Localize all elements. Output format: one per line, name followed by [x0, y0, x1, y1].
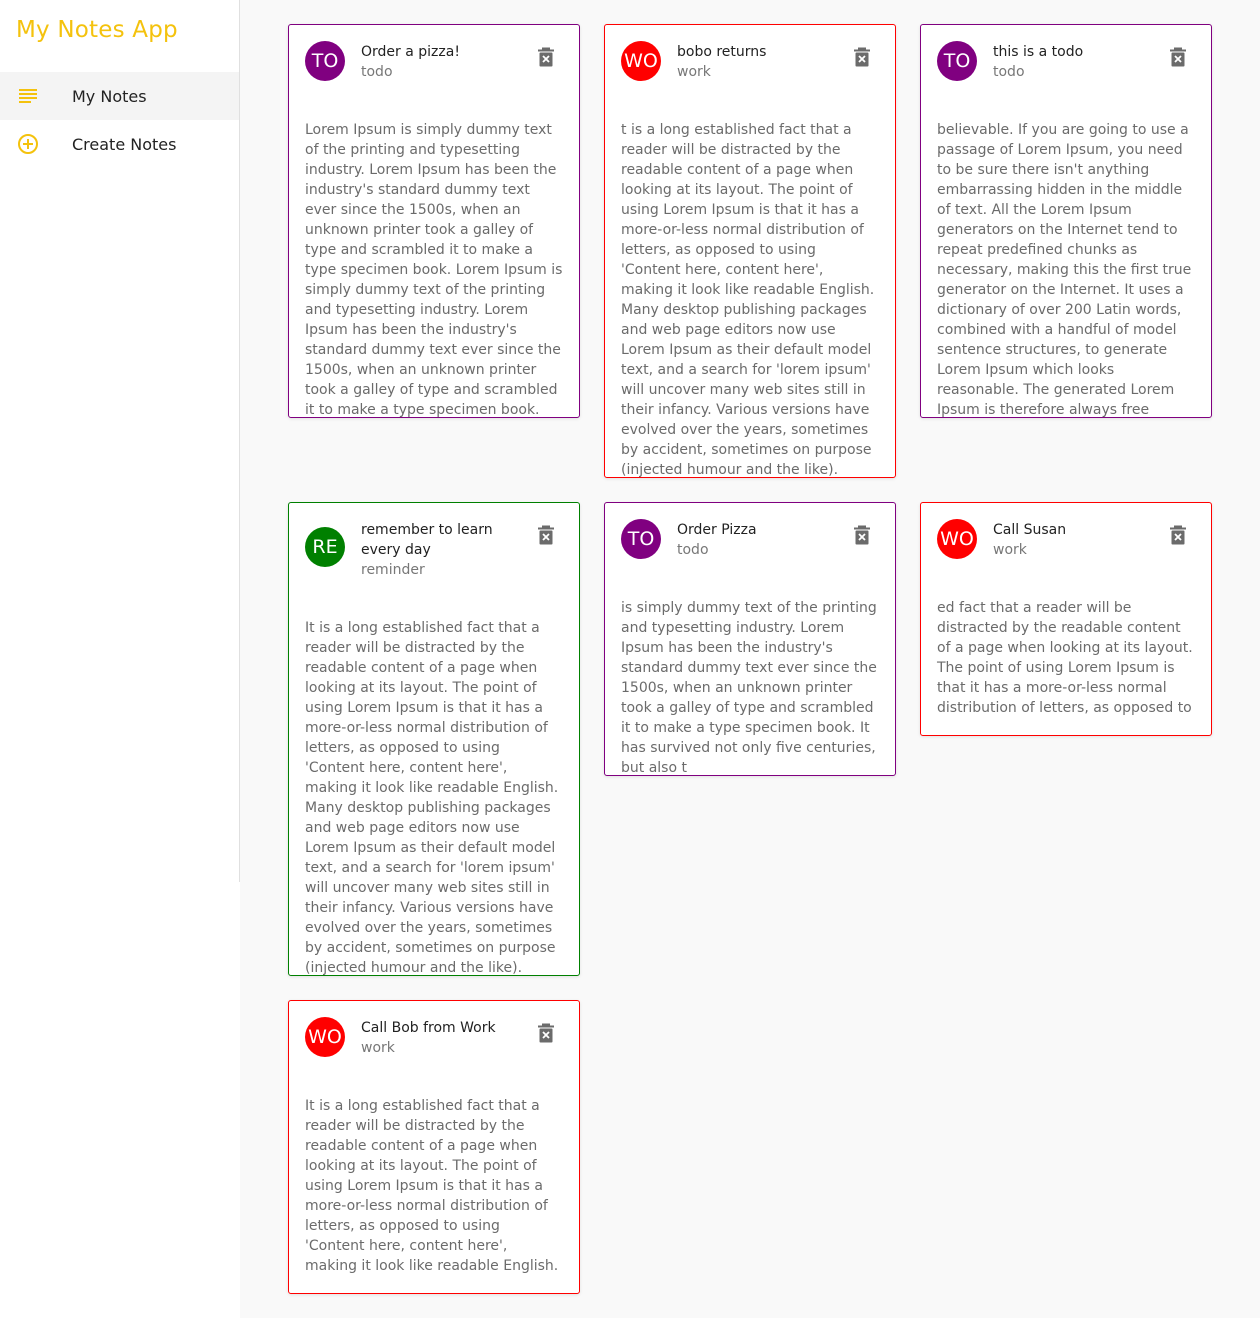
note-category: reminder: [361, 562, 425, 578]
note-category: todo: [993, 64, 1025, 80]
nav-item-create-notes[interactable]: Create Notes: [0, 120, 240, 168]
sidebar: My Notes App My Notes Create Notes: [0, 0, 240, 1318]
card-header: RE remember to learn every day reminder: [289, 503, 579, 580]
note-card: WO Call Bob from Work work It is a long …: [288, 1000, 580, 1294]
note-body: ed fact that a reader will be distracted…: [937, 600, 1193, 716]
note-category: todo: [361, 64, 393, 80]
avatar: WO: [621, 41, 661, 81]
note-title: Call Bob from Work: [361, 1020, 496, 1036]
note-category: todo: [677, 542, 709, 558]
note-title: Call Susan: [993, 522, 1067, 538]
note-card: TO Order a pizza! todo Lorem Ipsum is si…: [288, 24, 580, 418]
note-card: TO this is a todo todo believable. If yo…: [920, 24, 1212, 418]
note-card: WO bobo returns work t is a long establi…: [604, 24, 896, 478]
note-category: work: [361, 1040, 395, 1056]
note-card: TO Order Pizza todo is simply dummy text…: [604, 502, 896, 776]
card-header: TO Order Pizza todo: [605, 503, 895, 560]
note-card: RE remember to learn every day reminder …: [288, 502, 580, 976]
note-card: WO Call Susan work ed fact that a reader…: [920, 502, 1212, 736]
nav-item-label: Create Notes: [72, 134, 177, 154]
note-title: Order Pizza: [677, 522, 757, 538]
delete-icon[interactable]: [853, 525, 871, 545]
avatar: RE: [305, 527, 345, 567]
note-body: t is a long established fact that a read…: [621, 122, 875, 478]
avatar: WO: [937, 519, 977, 559]
notes-list-icon: [16, 84, 40, 108]
avatar: TO: [305, 41, 345, 81]
note-body: is simply dummy text of the printing and…: [621, 600, 877, 776]
card-header: WO Call Bob from Work work: [289, 1001, 579, 1058]
note-title: bobo returns: [677, 44, 767, 60]
note-body: Lorem Ipsum is simply dummy text of the …: [305, 122, 563, 418]
card-header: WO Call Susan work: [921, 503, 1211, 560]
nav-item-my-notes[interactable]: My Notes: [0, 72, 240, 120]
app-title: My Notes App: [16, 17, 178, 43]
note-body: believable. If you are going to use a pa…: [937, 122, 1192, 418]
card-header: TO Order a pizza! todo: [289, 25, 579, 82]
delete-icon[interactable]: [537, 525, 555, 545]
avatar: TO: [937, 41, 977, 81]
note-category: work: [677, 64, 711, 80]
card-header: WO bobo returns work: [605, 25, 895, 82]
note-title: this is a todo: [993, 44, 1084, 60]
card-header: TO this is a todo todo: [921, 25, 1211, 82]
delete-icon[interactable]: [537, 47, 555, 67]
delete-icon[interactable]: [853, 47, 871, 67]
note-body: It is a long established fact that a rea…: [305, 620, 559, 976]
note-category: work: [993, 542, 1027, 558]
nav-item-label: My Notes: [72, 86, 147, 106]
avatar: TO: [621, 519, 661, 559]
avatar: WO: [305, 1017, 345, 1057]
note-title: remember to learn every day: [361, 522, 493, 558]
note-body: It is a long established fact that a rea…: [305, 1098, 559, 1274]
delete-icon[interactable]: [1169, 525, 1187, 545]
nav-list: My Notes Create Notes: [0, 72, 240, 168]
note-title: Order a pizza!: [361, 44, 460, 60]
delete-icon[interactable]: [537, 1023, 555, 1043]
add-circle-icon: [16, 132, 40, 156]
delete-icon[interactable]: [1169, 47, 1187, 67]
